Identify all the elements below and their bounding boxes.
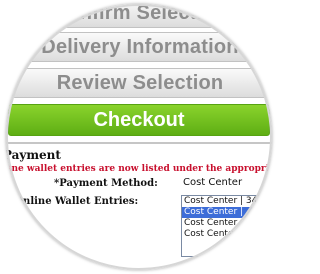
checkout-wizard: Confirm Selection Delivery Information R… [6,4,272,270]
section-title: Select a Method for Payment [6,148,61,162]
wallet-entries-select[interactable]: Cost Center | 34 Cost Center | Cost Cent… [181,195,272,257]
step-checkout[interactable]: Checkout [8,104,270,136]
wallet-entries-label: Saved Online Wallet Entries: [6,196,139,207]
step-delivery-information[interactable]: Delivery Information [12,32,268,62]
payment-method-value[interactable]: Cost Center [183,177,242,188]
step-confirm-selection[interactable]: Confirm Selection [26,4,254,28]
divider [6,142,272,144]
step-review-selection[interactable]: Review Selection [12,68,268,98]
payment-method-label: *Payment Method: [54,178,158,189]
wallet-option-selected[interactable]: Cost Center | [182,207,272,218]
wallet-option[interactable]: Cost Center [182,218,272,229]
wallet-option[interactable]: Cost Center | 34 [182,196,272,207]
payment-form: Select a Method for Payment Your online … [6,148,272,270]
magnifier-lens: Confirm Selection Delivery Information R… [6,4,272,270]
wallet-notice: Your online wallet entries are now liste… [6,164,272,174]
wallet-option[interactable]: Cost Center [182,229,272,240]
